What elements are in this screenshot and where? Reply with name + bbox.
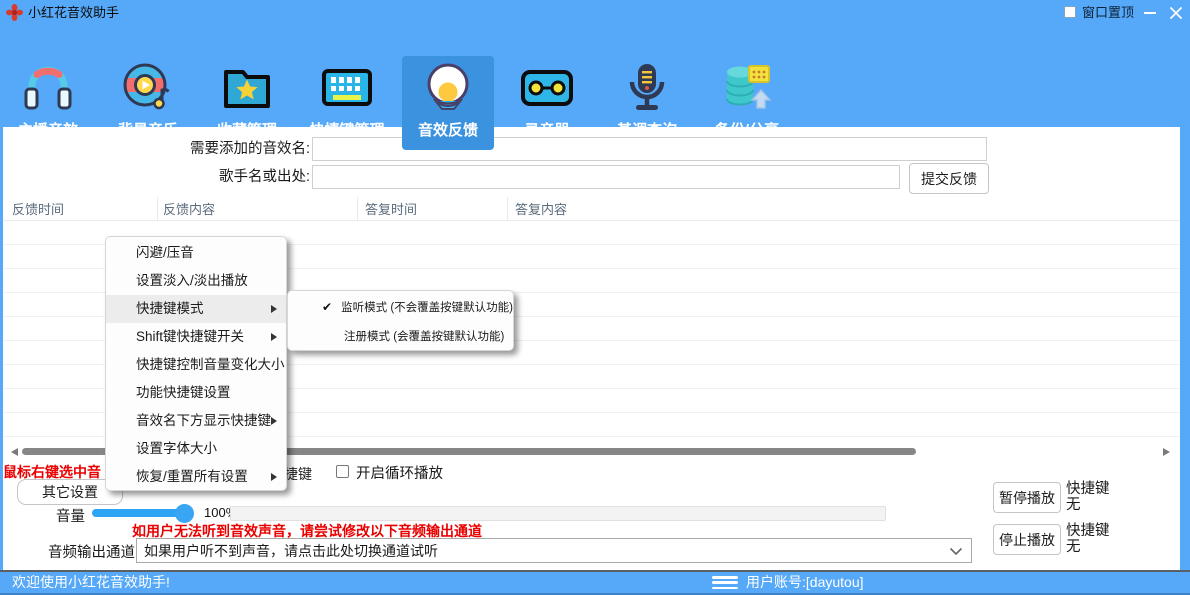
menu-item-shift-hotkey-toggle[interactable]: Shift键快捷键开关: [106, 323, 286, 351]
playback-progress-bar[interactable]: [230, 506, 886, 521]
pause-hotkey-info: 快捷键 无: [1066, 481, 1110, 513]
main-toolbar: 主播音效 背景音乐 收藏管理: [0, 25, 1190, 127]
check-icon: ✔: [322, 300, 341, 314]
volume-slider-track[interactable]: [92, 509, 186, 517]
menu-item-show-hotkey-under-name[interactable]: 音效名下方显示快捷键: [106, 407, 286, 435]
menu-item-fade-in-out[interactable]: 设置淡入/淡出播放: [106, 267, 286, 295]
chevron-down-icon: [949, 547, 963, 556]
toolbar-label: 基调查询: [617, 119, 677, 140]
submenu-item-listen-mode[interactable]: ✔ 监听模式 (不会覆盖按键默认功能): [288, 292, 513, 321]
artist-label: 歌手名或出处:: [60, 165, 310, 189]
toolbar-label: 收藏管理: [217, 119, 277, 140]
context-menu: 闪避/压音 设置淡入/淡出播放 快捷键模式 Shift键快捷键开关 快捷键控制音…: [105, 236, 287, 491]
hint-partial-text: 捷键: [284, 464, 312, 484]
toolbar-label: 音效反馈: [418, 119, 478, 140]
microphone-icon: [619, 56, 675, 118]
feedback-icon: [420, 56, 476, 118]
table-header: 反馈时间 反馈内容 答复时间 答复内容: [3, 197, 1180, 221]
column-header-reply-content[interactable]: 答复内容: [515, 199, 567, 218]
loop-playback-label[interactable]: 开启循环播放: [356, 462, 443, 483]
toolbar-item-recorder[interactable]: 录音器: [501, 56, 593, 150]
app-flower-icon: [6, 4, 23, 21]
loop-playback-checkbox[interactable]: [336, 465, 349, 478]
hotkey-label: 快捷键: [1066, 481, 1110, 497]
keyboard-icon: [319, 56, 375, 118]
volume-label: 音量: [56, 505, 85, 526]
menu-item-reset-settings[interactable]: 恢复/重置所有设置: [106, 463, 286, 491]
menu-item-duck-audio[interactable]: 闪避/压音: [106, 239, 286, 267]
hscroll-right-arrow-icon[interactable]: [1163, 448, 1170, 456]
window-title: 小红花音效助手: [28, 0, 119, 25]
submenu-arrow-icon: [271, 417, 277, 425]
toolbar-label: 主播音效: [18, 119, 78, 140]
app-window: { "window": { "title": "小红花音效助手", "pin_l…: [0, 0, 1190, 595]
submit-feedback-button[interactable]: 提交反馈: [909, 163, 989, 194]
menu-item-font-size[interactable]: 设置字体大小: [106, 435, 286, 463]
menu-item-function-hotkeys[interactable]: 功能快捷键设置: [106, 379, 286, 407]
cassette-icon: [519, 56, 575, 118]
statusbar: 欢迎使用小红花音效助手! 用户账号:[dayutou]: [0, 570, 1190, 595]
column-header-feedback-content[interactable]: 反馈内容: [163, 199, 215, 218]
menu-item-hotkey-volume-step[interactable]: 快捷键控制音量变化大小: [106, 351, 286, 379]
toolbar-item-hotkey-manage[interactable]: 快捷键管理: [301, 56, 393, 150]
folder-star-icon: [219, 56, 275, 118]
toolbar-item-key-query[interactable]: 基调查询: [601, 56, 693, 150]
submenu-arrow-icon: [271, 305, 277, 313]
pin-window-label[interactable]: 窗口置顶: [1082, 0, 1134, 25]
pin-window-checkbox[interactable]: [1064, 6, 1076, 18]
hotkey-mode-submenu: ✔ 监听模式 (不会覆盖按键默认功能) 注册模式 (会覆盖按键默认功能): [287, 290, 514, 351]
music-disc-icon: [120, 56, 176, 118]
close-icon: [1170, 7, 1182, 19]
toolbar-label: 备份/分享: [715, 119, 779, 140]
stop-playback-button[interactable]: 停止播放: [993, 524, 1061, 555]
welcome-text: 欢迎使用小红花音效助手!: [12, 572, 170, 593]
hotkey-label: 快捷键: [1066, 523, 1110, 539]
minimize-icon: [1144, 12, 1156, 14]
submenu-arrow-icon: [271, 333, 277, 341]
minimize-button[interactable]: [1138, 0, 1162, 25]
titlebar: 小红花音效助手 窗口置顶: [0, 0, 1190, 25]
toolbar-label: 背景音乐: [118, 119, 178, 140]
submenu-arrow-icon: [271, 473, 277, 481]
user-account-text: 用户账号:[dayutou]: [746, 572, 864, 593]
audio-channel-label: 音频输出通道: [48, 541, 135, 562]
vertical-scrollbar[interactable]: [1180, 127, 1190, 570]
hscroll-left-arrow-icon[interactable]: [11, 448, 18, 456]
menu-hamburger-icon[interactable]: [712, 576, 738, 590]
column-header-feedback-time[interactable]: 反馈时间: [12, 199, 64, 218]
menu-item-hotkey-mode[interactable]: 快捷键模式: [106, 295, 286, 323]
toolbar-item-bg-music[interactable]: 背景音乐: [102, 56, 194, 150]
hotkey-value: 无: [1066, 539, 1110, 555]
artist-input[interactable]: [312, 165, 900, 189]
close-button[interactable]: [1164, 0, 1188, 25]
toolbar-item-feedback[interactable]: 音效反馈: [402, 56, 494, 150]
column-header-reply-time[interactable]: 答复时间: [365, 199, 417, 218]
audio-channel-dropdown[interactable]: 如果用户听不到声音，请点击此处切换通道试听: [136, 538, 972, 563]
toolbar-label: 录音器: [524, 119, 569, 140]
toolbar-label: 快捷键管理: [309, 119, 384, 140]
headphones-icon: [20, 56, 76, 118]
hotkey-value: 无: [1066, 497, 1110, 513]
toolbar-item-favorites[interactable]: 收藏管理: [201, 56, 293, 150]
submenu-item-register-mode[interactable]: 注册模式 (会覆盖按键默认功能): [288, 321, 513, 350]
stop-hotkey-info: 快捷键 无: [1066, 523, 1110, 555]
toolbar-item-host-sounds[interactable]: 主播音效: [2, 56, 94, 150]
toolbar-item-backup-share[interactable]: 备份/分享: [701, 56, 793, 150]
pause-playback-button[interactable]: 暂停播放: [993, 482, 1061, 513]
backup-icon: [719, 56, 775, 118]
audio-channel-value: 如果用户听不到声音，请点击此处切换通道试听: [144, 541, 438, 561]
